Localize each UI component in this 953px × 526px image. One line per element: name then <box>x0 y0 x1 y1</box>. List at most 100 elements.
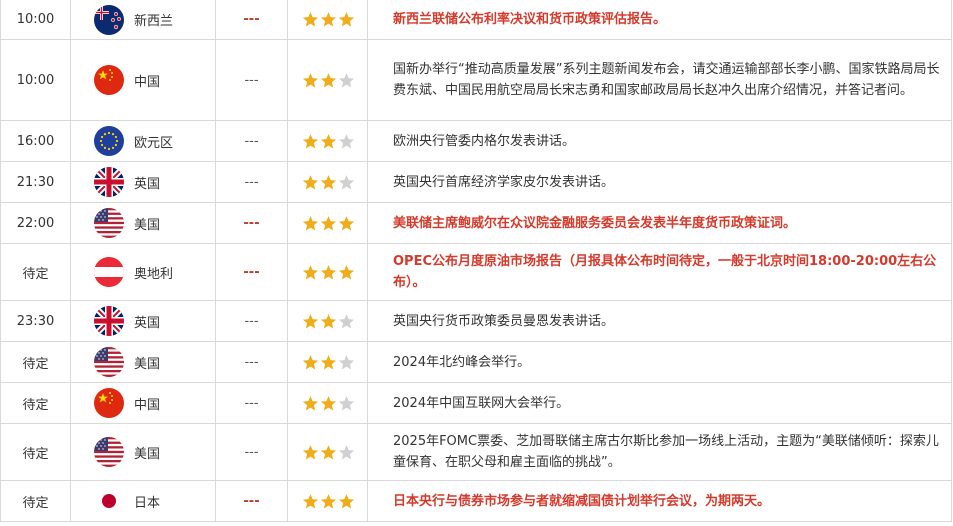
country-name: 美国 <box>134 446 161 462</box>
event-description: 2024年北约峰会举行。 <box>393 354 531 370</box>
usa-flag-icon <box>94 347 124 377</box>
china-flag-icon <box>94 65 124 95</box>
star-rating <box>288 11 367 28</box>
event-importance-cell: --- <box>215 480 288 522</box>
importance-value: --- <box>243 12 260 27</box>
star-filled-icon <box>338 215 355 232</box>
event-row: 22:00 美国 --- 美联储主席鲍威尔在众议院金融服务委员会发表半年度货币政策证词… <box>0 202 952 244</box>
star-filled-icon <box>302 215 319 232</box>
importance-value: --- <box>244 133 259 149</box>
event-description: 国新办举行“推动高质量发展”系列主题新闻发布会，请交通运输部部长李小鹏、国家铁路… <box>393 62 940 98</box>
event-importance-cell: --- <box>215 423 288 481</box>
event-importance-cell: --- <box>215 300 288 342</box>
event-description-cell: 国新办举行“推动高质量发展”系列主题新闻发布会，请交通运输部部长李小鹏、国家铁路… <box>367 39 952 121</box>
star-filled-icon <box>320 264 337 281</box>
star-rating <box>288 493 367 510</box>
star-rating <box>288 174 367 191</box>
event-description-cell: 英国央行首席经济学家皮尔发表讲话。 <box>367 161 952 203</box>
star-rating <box>288 215 367 232</box>
event-row: 待定 美国 --- 2025年FOMC票委、芝加哥联储主席古尔斯比参加一场线上活动，主… <box>0 423 952 481</box>
event-description: 2024年中国互联网大会举行。 <box>393 395 570 411</box>
country-name: 美国 <box>134 217 161 233</box>
event-rating-cell <box>287 480 368 522</box>
uk-flag-icon <box>94 306 124 336</box>
star-filled-icon <box>338 11 355 28</box>
event-importance-cell: --- <box>215 39 288 121</box>
event-description: 日本央行与债券市场参与者就缩减国债计划举行会议，为期两天。 <box>393 493 771 509</box>
event-row: 待定 美国 --- 2024年北约峰会举行。 <box>0 341 952 383</box>
austria-flag-icon <box>94 257 124 287</box>
event-country-cell: 英国 <box>70 300 216 342</box>
event-rating-cell <box>287 161 368 203</box>
star-filled-icon <box>320 133 337 150</box>
usa-flag-icon <box>94 208 124 238</box>
event-description-cell: 2024年北约峰会举行。 <box>367 341 952 383</box>
star-filled-icon <box>302 313 319 330</box>
event-rating-cell <box>287 39 368 121</box>
event-row: 待定 中国 --- 2024年中国互联网大会举行。 <box>0 382 952 424</box>
event-rating-cell <box>287 243 368 301</box>
event-time: 待定 <box>0 382 71 424</box>
star-filled-icon <box>302 133 319 150</box>
star-filled-icon <box>320 444 337 461</box>
star-empty-icon <box>338 395 355 412</box>
event-country-cell: 英国 <box>70 161 216 203</box>
star-rating <box>288 313 367 330</box>
country-name: 欧元区 <box>134 135 174 151</box>
event-row: 21:30 英国 --- 英国央行首席经济学家皮尔发表讲话。 <box>0 161 952 203</box>
event-importance-cell: --- <box>215 0 288 40</box>
event-description: 新西兰联储公布利率决议和货币政策评估报告。 <box>393 12 667 27</box>
importance-value: --- <box>244 174 259 190</box>
star-filled-icon <box>320 354 337 371</box>
star-filled-icon <box>302 11 319 28</box>
event-rating-cell <box>287 382 368 424</box>
china-flag-icon <box>94 388 124 418</box>
country-name: 英国 <box>134 176 161 192</box>
importance-value: --- <box>244 72 259 88</box>
star-empty-icon <box>338 133 355 150</box>
event-importance-cell: --- <box>215 341 288 383</box>
event-row: 23:30 英国 --- 英国央行货币政策委员曼恩发表讲话。 <box>0 300 952 342</box>
event-time: 16:00 <box>0 120 71 162</box>
event-row: 10:00 新西兰 --- 新西兰联储公布利率决议和货币政策评估报告。 <box>0 0 952 40</box>
event-country-cell: 美国 <box>70 341 216 383</box>
event-row: 待定 奥地利 --- OPEC公布月度原油市场报告（月报具体公布时间待定，一般于北京时… <box>0 243 952 301</box>
star-empty-icon <box>338 72 355 89</box>
event-time: 10:00 <box>0 0 71 40</box>
event-description: 2025年FOMC票委、芝加哥联储主席古尔斯比参加一场线上活动，主题为“美联储倾… <box>393 434 939 470</box>
economic-calendar-table: 10:00 新西兰 --- 新西兰联储公布利率决议和货币政策评估报告。 10:00 中国 -… <box>0 0 952 522</box>
event-description-cell: OPEC公布月度原油市场报告（月报具体公布时间待定，一般于北京时间18:00-2… <box>367 243 952 301</box>
event-row: 待定 日本 --- 日本央行与债券市场参与者就缩减国债计划举行会议，为期两天。 <box>0 480 952 522</box>
country-name: 奥地利 <box>134 266 174 282</box>
event-description-cell: 日本央行与债券市场参与者就缩减国债计划举行会议，为期两天。 <box>367 480 952 522</box>
star-filled-icon <box>320 493 337 510</box>
event-rating-cell <box>287 202 368 244</box>
event-description-cell: 美联储主席鲍威尔在众议院金融服务委员会发表半年度货币政策证词。 <box>367 202 952 244</box>
event-importance-cell: --- <box>215 382 288 424</box>
star-filled-icon <box>302 264 319 281</box>
event-importance-cell: --- <box>215 161 288 203</box>
star-rating <box>288 133 367 150</box>
importance-value: --- <box>243 215 260 231</box>
importance-value: --- <box>244 354 259 370</box>
event-description: OPEC公布月度原油市场报告（月报具体公布时间待定，一般于北京时间18:00-2… <box>393 254 937 290</box>
country-name: 英国 <box>134 315 161 331</box>
event-importance-cell: --- <box>215 202 288 244</box>
star-filled-icon <box>320 11 337 28</box>
importance-value: --- <box>244 313 259 329</box>
star-filled-icon <box>320 395 337 412</box>
event-country-cell: 美国 <box>70 423 216 481</box>
star-empty-icon <box>338 354 355 371</box>
importance-value: --- <box>243 493 260 509</box>
event-time: 21:30 <box>0 161 71 203</box>
importance-value: --- <box>244 444 259 460</box>
event-rating-cell <box>287 120 368 162</box>
event-time: 22:00 <box>0 202 71 244</box>
star-filled-icon <box>338 493 355 510</box>
country-name: 中国 <box>134 397 161 413</box>
event-rating-cell <box>287 341 368 383</box>
event-country-cell: 中国 <box>70 39 216 121</box>
event-country-cell: 欧元区 <box>70 120 216 162</box>
new-zealand-flag-icon <box>94 4 124 35</box>
star-empty-icon <box>338 444 355 461</box>
